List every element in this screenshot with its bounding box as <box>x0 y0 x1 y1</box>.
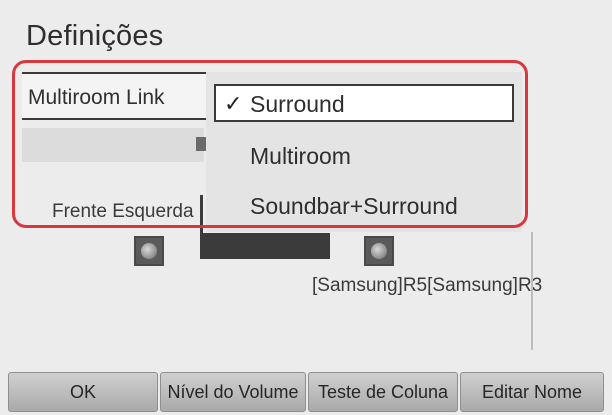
speaker-icon[interactable] <box>364 236 394 266</box>
speaker-label-right: [Samsung]R5[Samsung]R3 <box>312 275 543 296</box>
bottom-button-bar: OK Nível do Volume Teste de Coluna Edita… <box>8 372 604 412</box>
page-title: Definições <box>26 20 164 52</box>
volume-level-button[interactable]: Nível do Volume <box>160 372 306 412</box>
edit-name-button[interactable]: Editar Nome <box>460 372 604 412</box>
settings-screen: Definições Multiroom Link Frente Esquerd… <box>0 0 612 415</box>
check-icon: ✓ <box>224 91 243 116</box>
setting-label: Multiroom Link <box>28 86 165 109</box>
speaker-test-button[interactable]: Teste de Coluna <box>308 372 458 412</box>
dropdown-option-multiroom[interactable]: Multiroom <box>214 138 514 176</box>
ok-button[interactable]: OK <box>8 372 158 412</box>
speaker-label-front-left: Frente Esquerda <box>52 201 194 222</box>
center-speaker-marker <box>200 195 203 233</box>
option-label: Soundbar+Surround <box>250 193 458 219</box>
multiroom-link-dropdown: ✓ Surround Multiroom Soundbar+Surround <box>206 72 522 232</box>
dropdown-option-surround[interactable]: ✓ Surround <box>214 84 514 122</box>
dropdown-option-soundbar-surround[interactable]: Soundbar+Surround <box>214 188 514 226</box>
arrow-icon <box>196 137 206 151</box>
option-label: Surround <box>250 91 345 117</box>
option-label: Multiroom <box>250 143 351 169</box>
speaker-icon[interactable] <box>134 236 164 266</box>
multiroom-link-setting[interactable]: Multiroom Link <box>22 72 208 120</box>
scrollbar-track[interactable] <box>531 232 533 350</box>
center-speaker-bar <box>200 233 330 259</box>
setting-value-strip <box>22 128 206 162</box>
